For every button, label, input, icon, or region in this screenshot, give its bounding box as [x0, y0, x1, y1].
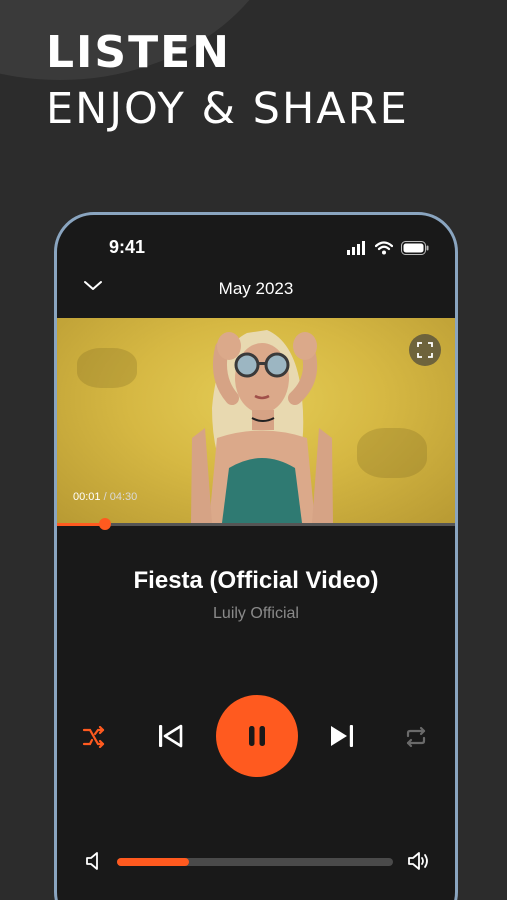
video-frame-person: [191, 330, 333, 523]
volume-control: [57, 845, 455, 875]
video-progress-fill: [57, 523, 105, 526]
video-total: / 04:30: [103, 491, 138, 503]
pause-button[interactable]: [216, 695, 298, 777]
pause-icon: [249, 726, 265, 746]
wifi-icon: [374, 241, 394, 260]
volume-high-icon[interactable]: [407, 851, 431, 876]
next-button[interactable]: [327, 721, 357, 751]
next-icon: [331, 725, 353, 747]
wall-texture: [77, 348, 137, 388]
video-progress-knob[interactable]: [99, 518, 111, 530]
wall-texture: [357, 428, 427, 478]
previous-icon: [159, 724, 183, 748]
volume-slider[interactable]: [117, 858, 393, 866]
headline: LISTEN ENJOY & SHARE: [46, 27, 409, 135]
top-bar-title: May 2023: [218, 279, 294, 298]
repeat-button[interactable]: [403, 725, 429, 749]
status-bar: 9:41: [57, 215, 455, 275]
video-progress-bar[interactable]: [57, 518, 455, 530]
phone-frame: 9:41 May 2023 00:01 / 04:30 Fiesta (Offi…: [54, 212, 458, 900]
battery-icon: [401, 241, 429, 260]
previous-button[interactable]: [155, 721, 185, 751]
video-time: 00:01 / 04:30: [73, 491, 137, 503]
status-time: 9:41: [109, 237, 146, 257]
top-bar: May 2023: [57, 275, 455, 303]
headline-subtitle: ENJOY & SHARE: [46, 84, 409, 134]
status-icons: [347, 241, 429, 260]
signal-icon: [347, 241, 367, 260]
shuffle-button[interactable]: [81, 725, 107, 749]
app-screen: LISTEN ENJOY & SHARE 9:41 May 2023 00:01…: [0, 0, 507, 900]
playback-controls: [57, 695, 455, 779]
repeat-icon: [406, 726, 426, 748]
shuffle-icon: [82, 726, 105, 748]
video-player[interactable]: 00:01 / 04:30: [57, 318, 455, 523]
expand-icon: [417, 342, 433, 358]
song-title: Fiesta (Official Video): [133, 567, 379, 594]
volume-low-icon[interactable]: [85, 851, 103, 876]
volume-slider-fill: [117, 858, 189, 866]
video-elapsed: 00:01: [73, 491, 101, 503]
headline-title: LISTEN: [46, 27, 231, 78]
expand-button[interactable]: [409, 334, 441, 366]
song-artist[interactable]: Luily Official: [57, 605, 455, 623]
